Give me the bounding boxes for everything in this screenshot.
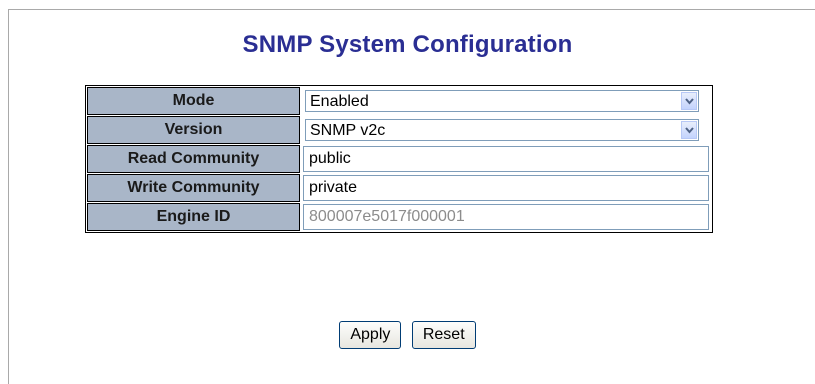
read-community-label: Read Community <box>87 145 300 173</box>
form-actions: Apply Reset <box>0 321 815 349</box>
version-select[interactable]: SNMP v2c <box>305 119 699 141</box>
engine-id-input: 800007e5017f000001 <box>303 204 709 230</box>
chevron-down-icon[interactable] <box>681 121 697 139</box>
write-community-input[interactable]: private <box>303 175 709 201</box>
chevron-down-icon[interactable] <box>681 92 697 110</box>
mode-select-value: Enabled <box>310 93 369 110</box>
engine-id-value: 800007e5017f000001 <box>309 208 465 225</box>
reset-button[interactable]: Reset <box>411 321 476 349</box>
version-row: Version SNMP v2c <box>87 116 711 144</box>
write-community-label: Write Community <box>87 174 300 202</box>
mode-select[interactable]: Enabled <box>305 90 699 112</box>
mode-row: Mode Enabled <box>87 87 711 115</box>
apply-button[interactable]: Apply <box>339 321 402 349</box>
write-community-row: Write Community private <box>87 174 711 202</box>
read-community-input[interactable]: public <box>303 146 709 172</box>
read-community-value: public <box>309 150 351 167</box>
engine-id-row: Engine ID 800007e5017f000001 <box>87 203 711 231</box>
write-community-value: private <box>309 179 358 196</box>
mode-label: Mode <box>87 87 300 115</box>
version-label: Version <box>87 116 300 144</box>
read-community-row: Read Community public <box>87 145 711 173</box>
engine-id-label: Engine ID <box>87 203 300 231</box>
version-select-value: SNMP v2c <box>310 122 386 139</box>
snmp-config-table: Mode Enabled Version SNMP v2c Read Commu… <box>85 85 713 233</box>
page-title: SNMP System Configuration <box>242 31 573 58</box>
